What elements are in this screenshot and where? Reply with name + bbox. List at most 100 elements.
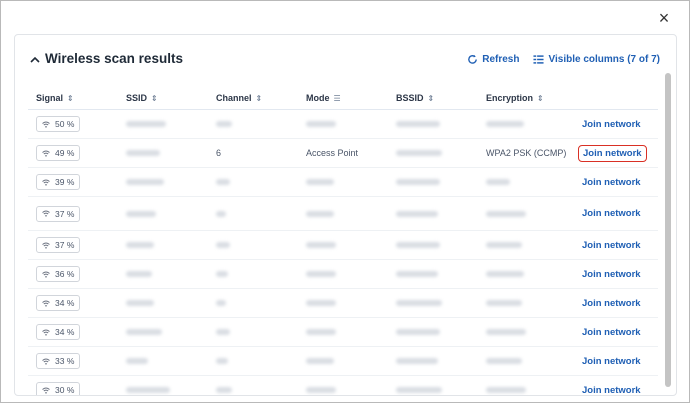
close-icon[interactable]: × xyxy=(655,9,673,27)
cell-channel xyxy=(208,346,298,376)
redacted-value xyxy=(486,300,522,306)
redacted-value xyxy=(126,242,154,248)
join-network-button[interactable]: Join network xyxy=(578,238,645,253)
redacted-value xyxy=(216,329,230,335)
cell-action: Join network xyxy=(570,196,658,231)
cell-channel xyxy=(208,259,298,289)
cell-encryption xyxy=(478,375,570,395)
redacted-value xyxy=(216,300,226,306)
redacted-value xyxy=(216,387,232,393)
wifi-icon xyxy=(42,121,50,128)
refresh-icon xyxy=(468,54,478,64)
redacted-value xyxy=(396,300,442,306)
wifi-icon xyxy=(42,329,50,336)
redacted-value xyxy=(486,329,526,335)
column-header-signal[interactable]: Signal ⇕ xyxy=(28,87,118,110)
wifi-icon xyxy=(42,358,50,365)
cell-signal: 34 % xyxy=(28,288,118,318)
columns-icon xyxy=(533,55,545,64)
cell-channel xyxy=(208,109,298,139)
wifi-icon xyxy=(42,242,50,249)
redacted-value xyxy=(216,271,228,277)
table-row: 37 % Join network xyxy=(28,230,658,260)
cell-bssid xyxy=(388,375,478,395)
cell-mode xyxy=(298,196,388,231)
redacted-value xyxy=(396,121,440,127)
redacted-value xyxy=(486,179,510,185)
signal-badge: 37 % xyxy=(36,237,81,253)
signal-badge: 36 % xyxy=(36,266,81,282)
visible-columns-label: Visible columns (7 of 7) xyxy=(548,54,660,65)
sort-icon: ⇕ xyxy=(537,94,544,103)
redacted-value xyxy=(126,210,156,217)
visible-columns-button[interactable]: Visible columns (7 of 7) xyxy=(533,54,660,65)
cell-bssid xyxy=(388,167,478,197)
redacted-value xyxy=(486,242,522,248)
cell-action: Join network xyxy=(570,346,658,376)
cell-encryption xyxy=(478,259,570,289)
column-header-bssid[interactable]: BSSID ⇕ xyxy=(388,87,478,110)
cell-mode: Access Point xyxy=(298,138,388,168)
cell-encryption xyxy=(478,346,570,376)
cell-action: Join network xyxy=(570,230,658,260)
redacted-value xyxy=(126,387,170,393)
cell-action: Join network xyxy=(570,288,658,318)
join-network-button[interactable]: Join network xyxy=(578,144,647,162)
cell-bssid xyxy=(388,196,478,231)
redacted-value xyxy=(486,358,522,364)
column-header-ssid[interactable]: SSID ⇕ xyxy=(118,87,208,110)
scan-results-panel: Wireless scan results Refresh Visible co… xyxy=(14,34,677,396)
cell-signal: 50 % xyxy=(28,109,118,139)
join-network-button[interactable]: Join network xyxy=(578,383,645,396)
table-scrollbar[interactable] xyxy=(665,71,671,389)
join-network-button[interactable]: Join network xyxy=(578,325,645,340)
redacted-value xyxy=(396,150,442,156)
redacted-value xyxy=(126,150,160,156)
redacted-value xyxy=(486,210,526,217)
cell-channel xyxy=(208,196,298,231)
table-row: 36 % Join network xyxy=(28,259,658,289)
cell-action: Join network xyxy=(570,375,658,396)
cell-channel xyxy=(208,317,298,347)
join-network-button[interactable]: Join network xyxy=(578,175,645,190)
cell-action: Join network xyxy=(570,138,658,168)
join-network-button[interactable]: Join network xyxy=(578,206,645,221)
cell-encryption xyxy=(478,109,570,139)
column-header-channel[interactable]: Channel ⇕ xyxy=(208,87,298,110)
wifi-icon xyxy=(42,300,50,307)
column-header-encryption[interactable]: Encryption ⇕ xyxy=(478,87,570,110)
cell-bssid xyxy=(388,288,478,318)
cell-encryption xyxy=(478,230,570,260)
cell-signal: 37 % xyxy=(28,230,118,260)
redacted-value xyxy=(486,271,524,277)
wifi-icon xyxy=(42,271,50,278)
cell-mode xyxy=(298,346,388,376)
cell-ssid xyxy=(118,375,208,395)
table-row: 39 % Join network xyxy=(28,167,658,197)
cell-ssid xyxy=(118,259,208,289)
refresh-button[interactable]: Refresh xyxy=(467,54,519,65)
redacted-value xyxy=(216,358,228,364)
redacted-value xyxy=(396,242,440,248)
redacted-value xyxy=(306,210,334,217)
join-network-button[interactable]: Join network xyxy=(578,296,645,311)
cell-ssid xyxy=(118,109,208,139)
redacted-value xyxy=(216,121,232,127)
cell-ssid xyxy=(118,288,208,318)
scroll-thumb[interactable] xyxy=(665,73,671,387)
chevron-up-icon[interactable] xyxy=(29,54,41,66)
column-header-mode[interactable]: Mode ☰ xyxy=(298,87,388,110)
cell-bssid xyxy=(388,317,478,347)
cell-channel xyxy=(208,167,298,197)
join-network-button[interactable]: Join network xyxy=(578,354,645,369)
sort-icon: ⇕ xyxy=(67,94,74,103)
cell-encryption xyxy=(478,288,570,318)
redacted-value xyxy=(396,271,438,277)
cell-action: Join network xyxy=(570,167,658,197)
join-network-button[interactable]: Join network xyxy=(578,267,645,282)
cell-action: Join network xyxy=(570,317,658,347)
wifi-icon xyxy=(42,150,50,157)
redacted-value xyxy=(396,387,442,393)
cell-channel xyxy=(208,230,298,260)
join-network-button[interactable]: Join network xyxy=(578,117,645,132)
